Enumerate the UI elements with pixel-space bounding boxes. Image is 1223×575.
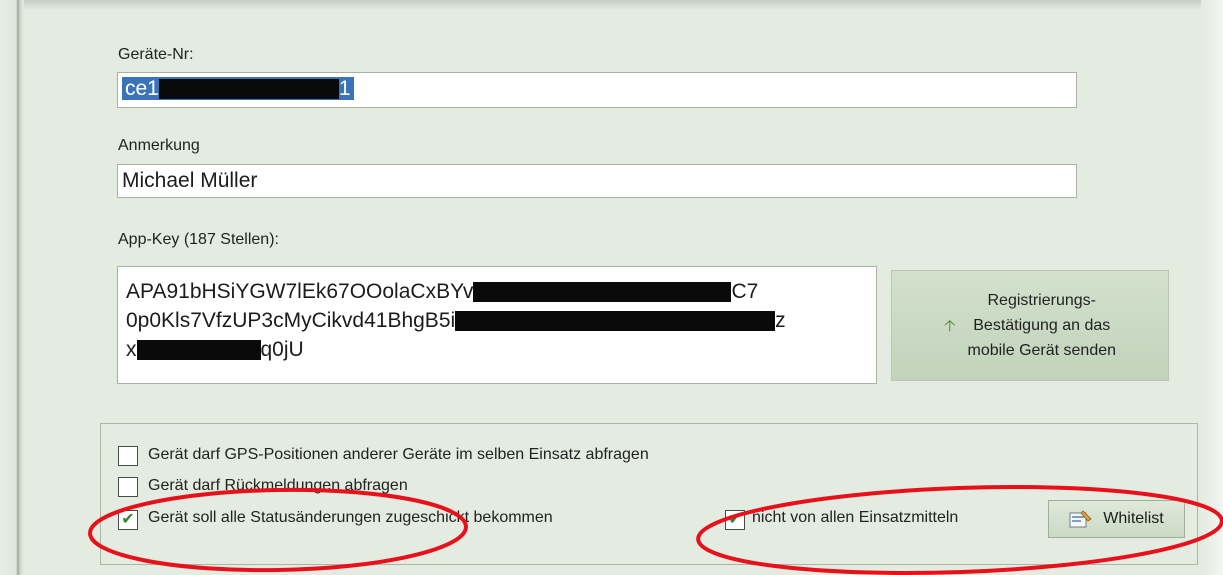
send-registration-label-line-1: Registrierungs- [987, 292, 1096, 309]
redacted-block [158, 79, 339, 100]
redacted-block [136, 340, 261, 361]
appkey-line-1: APA91bHSiYGW7lEk67OOolaCxBYv C7 [126, 277, 868, 306]
redacted-block [473, 282, 732, 303]
gps-query-checkbox[interactable] [118, 446, 138, 466]
right-edge [1201, 0, 1223, 575]
redacted-block [455, 311, 776, 332]
status-changes-label: Gerät soll alle Statusänderungen zugesch… [148, 509, 553, 526]
appkey-line-2: 0p0Kls7VfzUP3cMyCikvd41BhgB5i z [126, 306, 868, 335]
appkey-label: App-Key (187 Stellen): [118, 231, 279, 248]
arrow-up-icon: 🡡 [943, 318, 956, 335]
appkey-line-3-start: x [126, 338, 137, 361]
device-no-prefix: ce1 [125, 77, 159, 100]
device-no-selection: ce1 1 [122, 77, 354, 100]
appkey-line-1-start: APA91bHSiYGW7lEk67OOolaCxBYv [126, 280, 474, 303]
remark-label: Anmerkung [118, 137, 200, 154]
gps-query-label: Gerät darf GPS-Positionen anderer Geräte… [148, 446, 649, 463]
appkey-line-1-end: C7 [731, 280, 759, 303]
appkey-line-2-start: 0p0Kls7VfzUP3cMyCikvd41BhgB5i [126, 309, 456, 332]
window-top-edge [0, 0, 1223, 10]
feedback-query-checkbox[interactable] [118, 477, 138, 497]
device-no-input[interactable]: ce1 1 [117, 72, 1077, 108]
remark-value: Michael Müller [122, 169, 258, 192]
appkey-line-3-end: q0jU [260, 338, 304, 361]
send-registration-label-line-3: mobile Gerät senden [967, 342, 1117, 359]
check-icon: ✔ [121, 511, 135, 528]
send-registration-label-line-2: Bestätigung an das [973, 317, 1111, 334]
not-all-units-label: nicht von allen Einsatzmitteln [752, 509, 959, 526]
whitelist-button[interactable]: Whitelist [1048, 500, 1185, 538]
check-icon: ✔ [728, 511, 742, 528]
remark-input[interactable]: Michael Müller [117, 164, 1077, 198]
whitelist-label: Whitelist [1103, 510, 1164, 527]
whitelist-icon [1069, 509, 1093, 529]
device-no-suffix: 1 [338, 77, 351, 100]
appkey-textarea[interactable]: APA91bHSiYGW7lEk67OOolaCxBYv C7 0p0Kls7Vf… [117, 266, 877, 384]
send-registration-button[interactable]: 🡡 Registrierungs- Bestätigung an das mob… [891, 270, 1169, 381]
left-border [0, 0, 24, 575]
send-registration-label: Registrierungs- Bestätigung an das mobil… [967, 288, 1116, 363]
appkey-line-2-end: z [775, 309, 786, 332]
appkey-line-3: x q0jU [126, 335, 868, 364]
device-no-label: Geräte-Nr: [118, 46, 194, 63]
not-all-units-checkbox[interactable]: ✔ [725, 510, 745, 530]
status-changes-checkbox[interactable]: ✔ [118, 510, 138, 530]
feedback-query-label: Gerät darf Rückmeldungen abfragen [148, 477, 408, 494]
